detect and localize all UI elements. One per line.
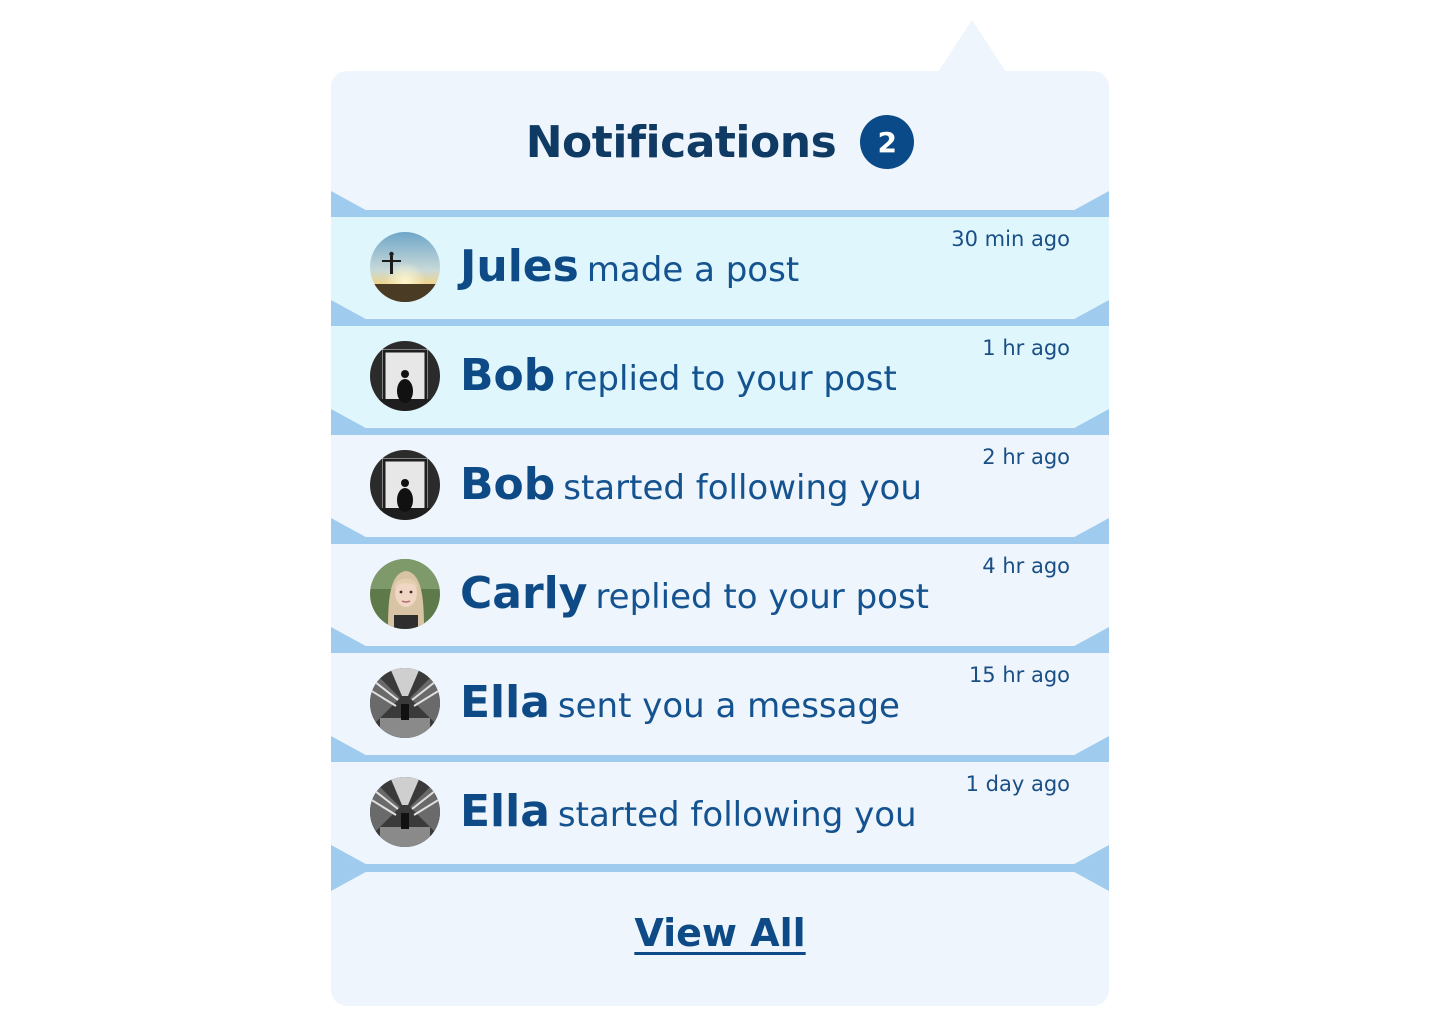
notification-time: 1 hr ago (982, 336, 1070, 360)
notification-sender[interactable]: Bob (460, 459, 555, 510)
woman-portrait-avatar (370, 559, 440, 629)
notification-time: 30 min ago (951, 227, 1070, 251)
notification-sender[interactable]: Carly (460, 568, 587, 619)
notification-sender[interactable]: Ella (460, 786, 550, 837)
city-street-avatar (370, 668, 440, 738)
notification-action: made a post (586, 250, 800, 290)
person-sunset-avatar (370, 232, 440, 302)
city-street-avatar (370, 777, 440, 847)
notification-action: replied to your post (563, 359, 897, 399)
person-window-avatar (370, 341, 440, 411)
notifications-panel: Notifications 2 Jules made a post 30 min… (331, 71, 1109, 1006)
notification-sender[interactable]: Bob (460, 350, 555, 401)
notification-sender[interactable]: Ella (460, 677, 550, 728)
view-all-link[interactable]: View All (634, 911, 805, 955)
notification-action: started following you (563, 468, 922, 508)
notification-time: 4 hr ago (982, 554, 1070, 578)
notification-action: sent you a message (557, 686, 900, 726)
notification-action: replied to your post (595, 577, 930, 617)
notifications-header: Notifications 2 (331, 107, 1109, 177)
notification-action: started following you (557, 795, 917, 835)
panel-title: Notifications (525, 116, 837, 168)
ribbon-separator (331, 845, 1109, 891)
notification-sender[interactable]: Jules (460, 241, 579, 292)
notification-time: 2 hr ago (982, 445, 1070, 469)
footer: View All (331, 911, 1109, 955)
dropdown-caret (938, 20, 1006, 72)
notification-time: 1 day ago (965, 772, 1070, 796)
unread-count-badge: 2 (860, 115, 915, 169)
person-window-avatar (370, 450, 440, 520)
notification-time: 15 hr ago (968, 663, 1070, 687)
